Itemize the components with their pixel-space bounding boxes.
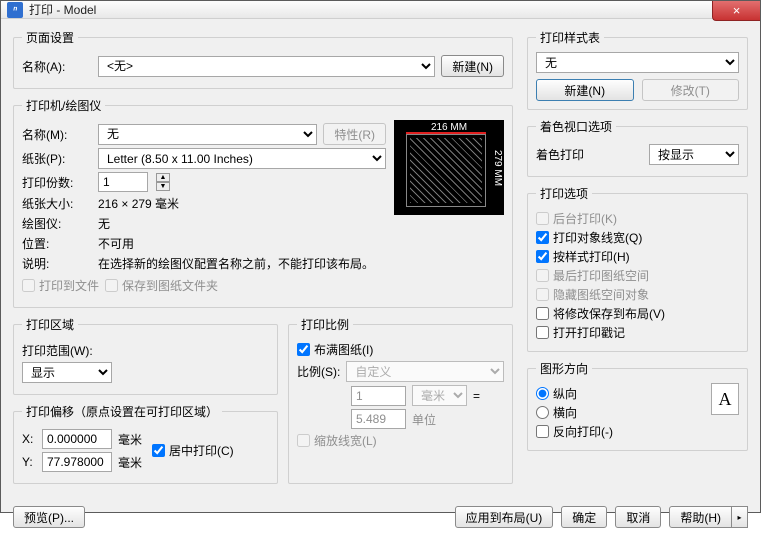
apply-button[interactable]: 应用到布局(U) [455,506,554,528]
offset-legend: 打印偏移（原点设置在可打印区域） [22,403,222,420]
printer-properties-button: 特性(R) [323,123,386,145]
cancel-button[interactable]: 取消 [615,506,661,528]
scale-den-unit: 单位 [412,411,467,428]
app-icon: ⁿ [7,2,23,18]
y-input[interactable] [42,452,112,472]
titlebar[interactable]: ⁿ 打印 - Model × [1,1,760,19]
save-to-sheet-check: 保存到图纸文件夹 [105,277,218,294]
viewport-group: 着色视口选项 着色打印 按显示 [527,118,748,177]
desc-value: 在选择新的绘图仪配置名称之前，不能打印该布局。 [98,255,374,272]
location-label: 位置: [22,235,92,252]
scale-group: 打印比例 布满图纸(I) 比例(S): 自定义 毫米 = [288,316,513,484]
opt-paperspace-last: 最后打印图纸空间 [536,267,739,284]
scale-legend: 打印比例 [297,316,353,333]
orientation-group: 图形方向 纵向 横向 反向打印(-) A [527,360,748,451]
paper-label: 纸张(P): [22,150,92,167]
y-unit: 毫米 [118,454,142,471]
style-new-button[interactable]: 新建(N) [536,79,634,101]
pagesetup-name-label: 名称(A): [22,58,92,75]
paper-select[interactable]: Letter (8.50 x 11.00 Inches) [98,148,386,169]
ok-button[interactable]: 确定 [561,506,607,528]
orient-upside[interactable]: 反向打印(-) [536,423,711,440]
location-value: 不可用 [98,235,134,252]
x-input[interactable] [42,429,112,449]
footer: 预览(P)... 应用到布局(U) 确定 取消 帮助(H) ▸ [1,500,760,538]
range-select[interactable]: 显示 [22,362,112,383]
copies-label: 打印份数: [22,174,92,191]
expand-button[interactable]: ▸ [732,506,748,528]
orientation-legend: 图形方向 [536,360,592,377]
area-legend: 打印区域 [22,316,78,333]
style-group: 打印样式表 无 新建(N) 修改(T) [527,29,748,110]
plotter-value: 无 [98,215,110,232]
shadeplot-label: 着色打印 [536,146,643,163]
style-select[interactable]: 无 [536,52,739,73]
page-setup-legend: 页面设置 [22,29,78,46]
print-dialog: ⁿ 打印 - Model × 页面设置 名称(A): <无> 新建(N) 打印机… [0,0,761,513]
printer-legend: 打印机/绘图仪 [22,97,105,114]
area-group: 打印区域 打印范围(W): 显示 [13,316,278,395]
options-legend: 打印选项 [536,185,592,202]
page-setup-group: 页面设置 名称(A): <无> 新建(N) [13,29,513,89]
shadeplot-select[interactable]: 按显示 [649,144,739,165]
opt-hide-paperspace: 隐藏图纸空间对象 [536,286,739,303]
copies-input[interactable] [98,172,148,192]
plotter-label: 绘图仪: [22,215,92,232]
opt-stamp[interactable]: 打开打印戳记 [536,324,739,341]
range-label: 打印范围(W): [22,342,93,359]
x-label: X: [22,432,36,446]
scale-num-unit: 毫米 [412,385,467,406]
opt-styles[interactable]: 按样式打印(H) [536,248,739,265]
x-unit: 毫米 [118,431,142,448]
copies-spinner[interactable]: ▲▼ [156,173,170,191]
center-check[interactable]: 居中打印(C) [152,442,234,459]
scale-den-input [351,409,406,429]
orient-portrait[interactable]: 纵向 [536,385,711,402]
y-label: Y: [22,455,36,469]
preview-hatch [410,138,482,203]
desc-label: 说明: [22,255,92,272]
printer-name-label: 名称(M): [22,126,92,143]
style-legend: 打印样式表 [536,29,604,46]
options-group: 打印选项 后台打印(K) 打印对象线宽(Q) 按样式打印(H) 最后打印图纸空间… [527,185,748,352]
opt-background: 后台打印(K) [536,210,739,227]
ratio-label: 比例(S): [297,363,340,380]
preview-button[interactable]: 预览(P)... [13,506,85,528]
orient-landscape[interactable]: 横向 [536,404,711,421]
papersize-value: 216 × 279 毫米 [98,195,179,212]
pagesetup-new-button[interactable]: 新建(N) [441,55,504,77]
help-button[interactable]: 帮助(H) [669,506,732,528]
fit-check[interactable]: 布满图纸(I) [297,341,504,358]
pagesetup-name-select[interactable]: <无> [98,56,435,77]
equals-label: = [473,389,480,403]
viewport-legend: 着色视口选项 [536,118,616,135]
print-to-file-check: 打印到文件 [22,277,99,294]
printer-name-select[interactable]: 无 [98,124,317,145]
opt-lineweights[interactable]: 打印对象线宽(Q) [536,229,739,246]
close-button[interactable]: × [712,1,760,21]
scale-num-input [351,386,406,406]
preview-height-label: 279 MM [492,149,503,185]
preview-sheet [406,134,486,207]
ratio-select: 自定义 [346,361,504,382]
style-modify-button: 修改(T) [642,79,740,101]
scale-lw-check: 缩放线宽(L) [297,432,504,449]
printer-group: 打印机/绘图仪 名称(M): 无 特性(R) 纸张(P): Letter (8.… [13,97,513,308]
offset-group: 打印偏移（原点设置在可打印区域） X: 毫米 Y: 毫米 居中打印(C) [13,403,278,484]
paper-preview: 216 MM 279 MM [394,120,504,215]
opt-save-changes[interactable]: 将修改保存到布局(V) [536,305,739,322]
orientation-icon: A [711,383,739,415]
window-title: 打印 - Model [29,1,96,18]
papersize-label: 纸张大小: [22,195,92,212]
